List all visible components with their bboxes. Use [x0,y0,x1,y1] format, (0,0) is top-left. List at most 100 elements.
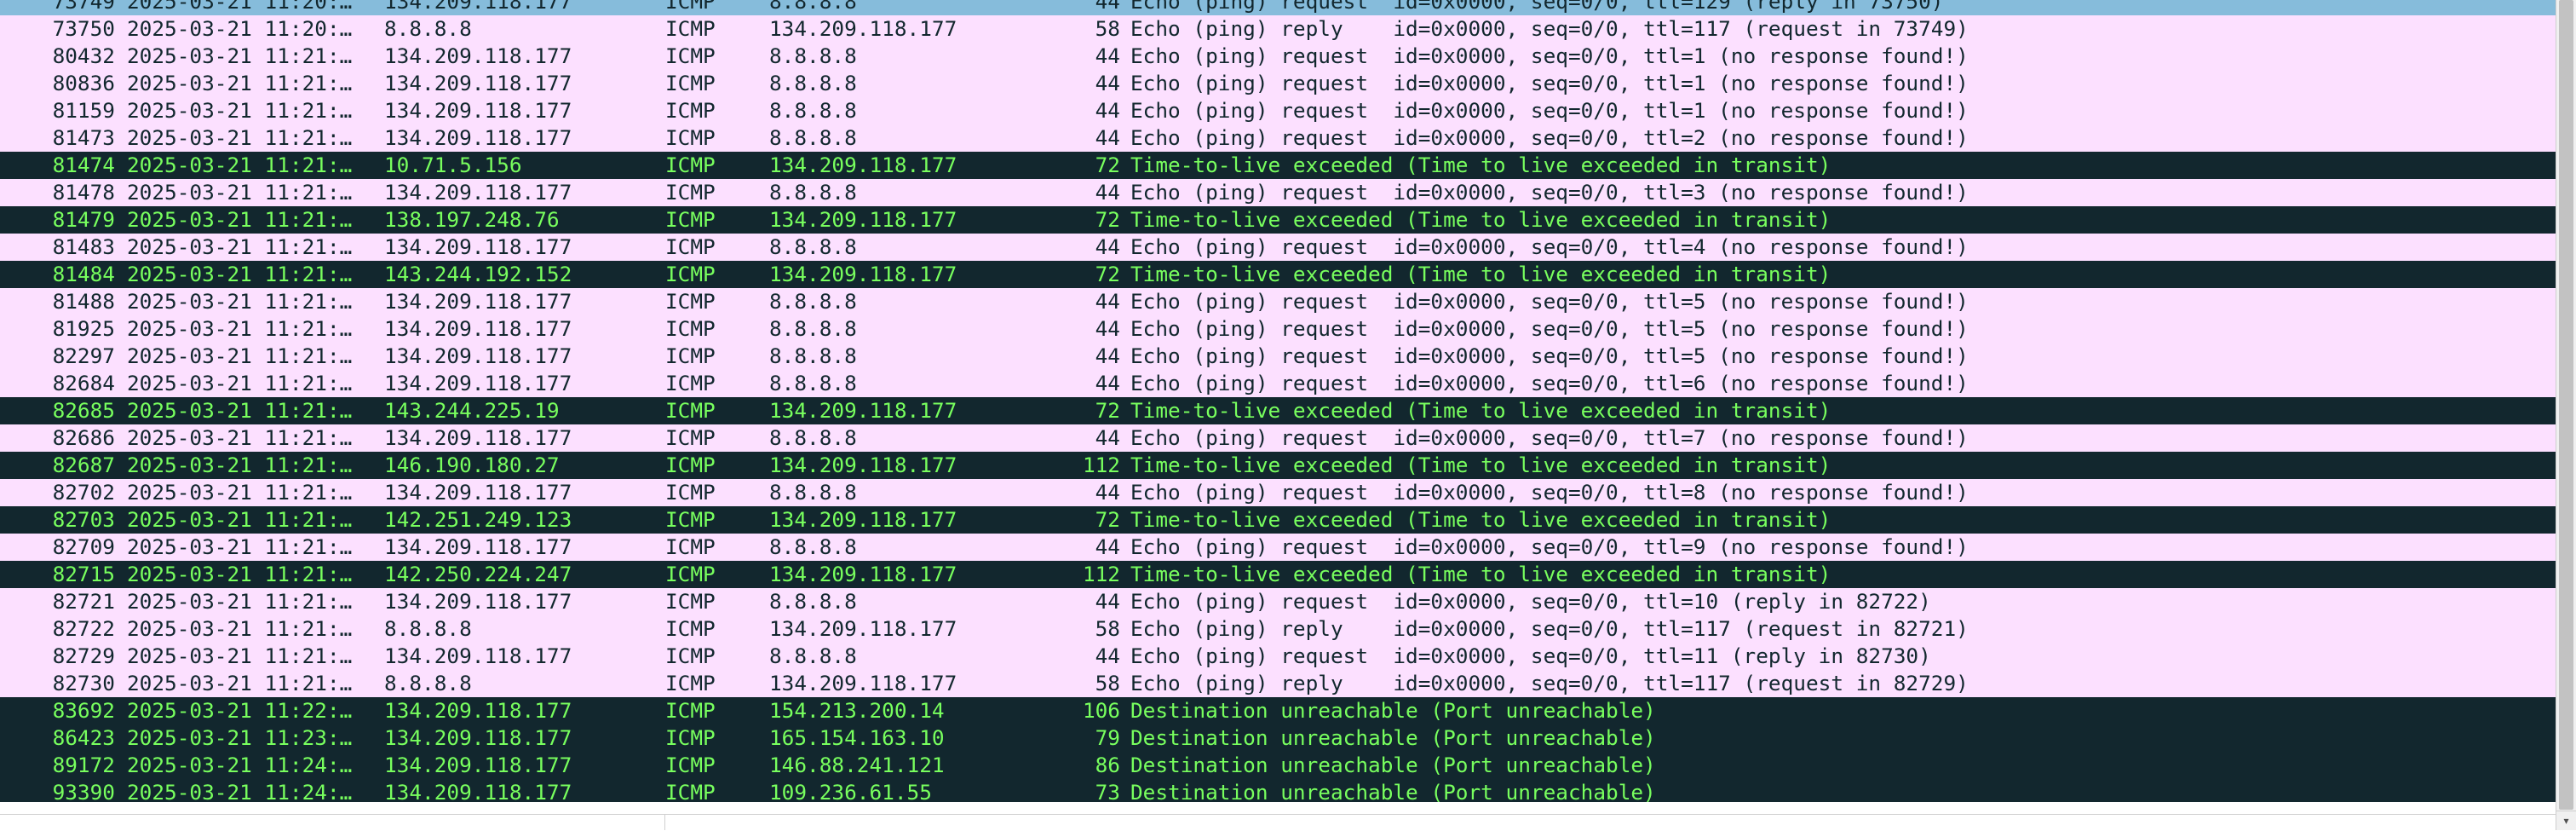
packet-row[interactable]: 93390 2025-03-21 11:24:… 134.209.118.177 IC… [0,779,2556,802]
packet-protocol: ICMP [665,562,716,586]
packet-row[interactable]: 82729 2025-03-21 11:21:… 134.209.118.177 IC… [0,643,2556,670]
packet-source: 134.209.118.177 [384,698,572,723]
packet-destination: 134.209.118.177 [769,207,957,232]
packet-source: 134.209.118.177 [384,753,572,777]
packet-info: Time-to-live exceeded (Time to live exce… [1130,207,1831,232]
packet-protocol: ICMP [665,643,716,668]
packet-protocol: ICMP [665,780,716,802]
packet-row[interactable]: 82684 2025-03-21 11:21:… 134.209.118.177 IC… [0,370,2556,397]
packet-time: 2025-03-21 11:21:… [127,371,353,395]
packet-number: 82685 [52,398,115,423]
packet-row[interactable]: 86423 2025-03-21 11:23:… 134.209.118.177 IC… [0,724,2556,752]
vertical-scrollbar[interactable]: ▾ [2556,0,2576,830]
packet-row[interactable]: 81478 2025-03-21 11:21:… 134.209.118.177 IC… [0,179,2556,206]
packet-row[interactable]: 82730 2025-03-21 11:21:… 8.8.8.8 ICMP 134.20… [0,670,2556,697]
packet-length: 44 [1095,371,1120,395]
packet-time: 2025-03-21 11:21:… [127,71,353,95]
packet-protocol: ICMP [665,725,716,750]
packet-info: Echo (ping) request id=0x0000, seq=0/0, … [1130,98,1969,123]
packet-source: 142.251.249.123 [384,507,572,532]
packet-info: Time-to-live exceeded (Time to live exce… [1130,398,1831,423]
packet-info: Echo (ping) request id=0x0000, seq=0/0, … [1130,125,1969,150]
packet-info: Time-to-live exceeded (Time to live exce… [1130,453,1831,477]
packet-time: 2025-03-21 11:21:… [127,125,353,150]
packet-row[interactable]: 82297 2025-03-21 11:21:… 134.209.118.177 IC… [0,343,2556,370]
packet-source: 143.244.225.19 [384,398,560,423]
packet-number: 82686 [52,425,115,450]
packet-length: 44 [1095,71,1120,95]
packet-row[interactable]: 82715 2025-03-21 11:21:… 142.250.224.247 IC… [0,561,2556,588]
packet-row[interactable]: 81473 2025-03-21 11:21:… 134.209.118.177 IC… [0,124,2556,152]
packet-row[interactable]: 81479 2025-03-21 11:21:… 138.197.248.76 ICM… [0,206,2556,234]
packet-destination: 8.8.8.8 [769,43,857,68]
packet-time: 2025-03-21 11:21:… [127,616,353,641]
packet-time: 2025-03-21 11:24:… [127,753,353,777]
packet-row[interactable]: 82702 2025-03-21 11:21:… 134.209.118.177 IC… [0,479,2556,506]
packet-row[interactable]: 73750 2025-03-21 11:20:… 8.8.8.8 ICMP 134.20… [0,15,2556,43]
packet-row[interactable]: 81474 2025-03-21 11:21:… 10.71.5.156 ICMP 13… [0,152,2556,179]
packet-source: 134.209.118.177 [384,725,572,750]
packet-row[interactable]: 82703 2025-03-21 11:21:… 142.251.249.123 IC… [0,506,2556,534]
packet-number: 82297 [52,343,115,368]
packet-info: Time-to-live exceeded (Time to live exce… [1130,262,1831,286]
packet-row[interactable]: 83692 2025-03-21 11:22:… 134.209.118.177 IC… [0,697,2556,724]
packet-list[interactable]: 73749 2025-03-21 11:20:… 134.209.118.177 IC… [0,0,2556,802]
packet-time: 2025-03-21 11:21:… [127,671,353,695]
packet-row[interactable]: 82686 2025-03-21 11:21:… 134.209.118.177 IC… [0,424,2556,452]
packet-number: 81488 [52,289,115,314]
packet-info: Destination unreachable (Port unreachabl… [1130,698,1656,723]
packet-row[interactable]: 80836 2025-03-21 11:21:… 134.209.118.177 IC… [0,70,2556,97]
packet-time: 2025-03-21 11:21:… [127,43,353,68]
packet-destination: 134.209.118.177 [769,671,957,695]
packet-protocol: ICMP [665,125,716,150]
packet-length: 44 [1095,425,1120,450]
packet-time: 2025-03-21 11:21:… [127,589,353,614]
packet-row[interactable]: 82722 2025-03-21 11:21:… 8.8.8.8 ICMP 134.20… [0,615,2556,643]
packet-length: 44 [1095,0,1120,14]
packet-length: 112 [1082,453,1120,477]
packet-row[interactable]: 81484 2025-03-21 11:21:… 143.244.192.152 IC… [0,261,2556,288]
packet-number: 89172 [52,753,115,777]
packet-info: Echo (ping) request id=0x0000, seq=0/0, … [1130,316,1969,341]
packet-time: 2025-03-21 11:21:… [127,180,353,205]
packet-row[interactable]: 82721 2025-03-21 11:21:… 134.209.118.177 IC… [0,588,2556,615]
packet-row[interactable]: 73749 2025-03-21 11:20:… 134.209.118.177 IC… [0,0,2556,15]
packet-number: 82709 [52,534,115,559]
packet-info: Echo (ping) request id=0x0000, seq=0/0, … [1130,289,1969,314]
packet-time: 2025-03-21 11:20:… [127,16,353,41]
packet-time: 2025-03-21 11:21:… [127,153,353,177]
packet-number: 73750 [52,16,115,41]
packet-row[interactable]: 81488 2025-03-21 11:21:… 134.209.118.177 IC… [0,288,2556,315]
packet-row[interactable]: 89172 2025-03-21 11:24:… 134.209.118.177 IC… [0,752,2556,779]
packet-source: 134.209.118.177 [384,43,572,68]
packet-source: 134.209.118.177 [384,534,572,559]
packet-source: 134.209.118.177 [384,289,572,314]
packet-info: Echo (ping) request id=0x0000, seq=0/0, … [1130,43,1969,68]
packet-row[interactable]: 82709 2025-03-21 11:21:… 134.209.118.177 IC… [0,534,2556,561]
packet-time: 2025-03-21 11:21:… [127,562,353,586]
packet-length: 44 [1095,534,1120,559]
scroll-down-arrow-icon[interactable]: ▾ [2556,811,2576,830]
packet-protocol: ICMP [665,480,716,505]
packet-info: Destination unreachable (Port unreachabl… [1130,753,1656,777]
packet-row[interactable]: 81483 2025-03-21 11:21:… 134.209.118.177 IC… [0,234,2556,261]
packet-protocol: ICMP [665,589,716,614]
packet-source: 10.71.5.156 [384,153,522,177]
packet-time: 2025-03-21 11:21:… [127,453,353,477]
packet-source: 134.209.118.177 [384,0,572,14]
packet-row[interactable]: 82687 2025-03-21 11:21:… 146.190.180.27 ICM… [0,452,2556,479]
packet-row[interactable]: 81925 2025-03-21 11:21:… 134.209.118.177 IC… [0,315,2556,343]
packet-destination: 8.8.8.8 [769,180,857,205]
packet-row[interactable]: 82685 2025-03-21 11:21:… 143.244.225.19 ICM… [0,397,2556,424]
packet-info: Echo (ping) request id=0x0000, seq=0/0, … [1130,534,1969,559]
packet-row[interactable]: 80432 2025-03-21 11:21:… 134.209.118.177 IC… [0,43,2556,70]
packet-length: 106 [1082,698,1120,723]
packet-length: 72 [1095,262,1120,286]
packet-source: 134.209.118.177 [384,98,572,123]
packet-time: 2025-03-21 11:21:… [127,98,353,123]
packet-row[interactable]: 81159 2025-03-21 11:21:… 134.209.118.177 IC… [0,97,2556,124]
packet-source: 143.244.192.152 [384,262,572,286]
scrollbar-thumb[interactable] [2559,0,2573,810]
packet-info: Time-to-live exceeded (Time to live exce… [1130,507,1831,532]
packet-source: 134.209.118.177 [384,316,572,341]
